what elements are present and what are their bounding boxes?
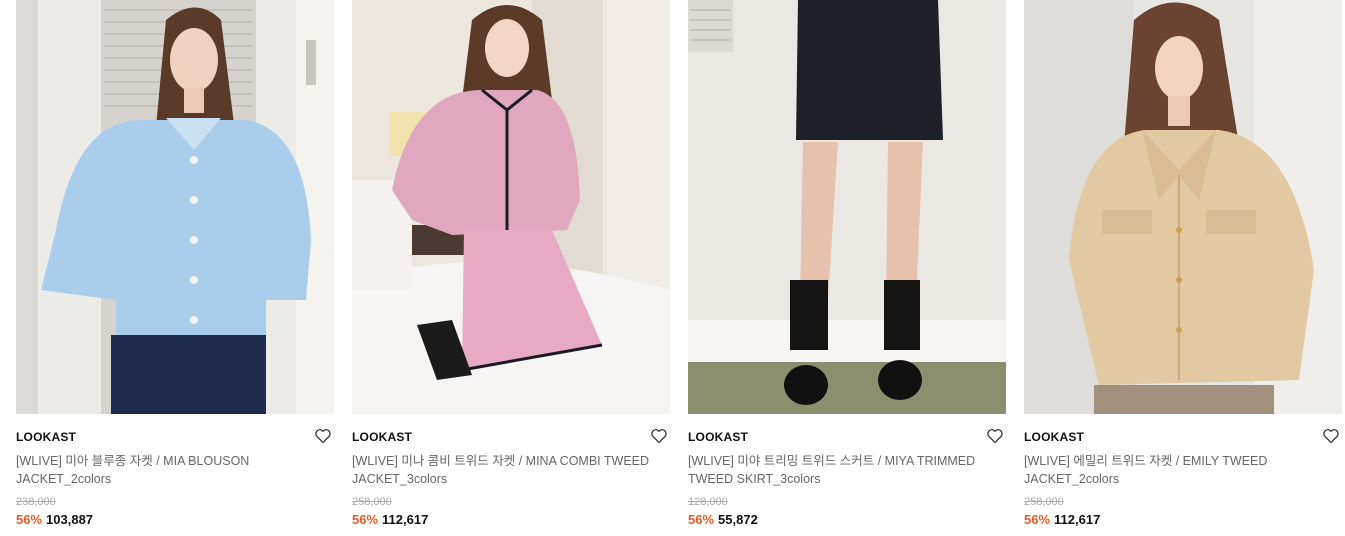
original-price: 238,000 <box>16 496 56 508</box>
product-card[interactable]: LOOKAST [WLIVE] 미나 콤비 트위드 자켓 / MINA COMB… <box>352 0 670 536</box>
brand-name[interactable]: LOOKAST <box>16 430 76 444</box>
product-image-blue-blouson[interactable] <box>16 0 334 414</box>
product-card[interactable]: LOOKAST [WLIVE] 미야 트리밍 트위드 스커트 / MIYA TR… <box>688 0 1006 536</box>
product-image-beige-tweed[interactable] <box>1024 0 1342 414</box>
product-photo <box>352 0 670 414</box>
product-photo <box>1024 0 1342 414</box>
heart-outline-icon[interactable] <box>314 427 332 445</box>
product-card[interactable]: LOOKAST [WLIVE] 에밀리 트위드 자켓 / EMILY TWEED… <box>1024 0 1342 536</box>
sale-price: 112,617 <box>1054 512 1101 527</box>
brand-name[interactable]: LOOKAST <box>688 430 748 444</box>
original-price: 258,000 <box>352 496 392 508</box>
original-price: 128,000 <box>688 496 728 508</box>
product-photo <box>688 0 1006 414</box>
product-name[interactable]: [WLIVE] 미아 블루종 자켓 / MIA BLOUSON JACKET_2… <box>16 452 316 488</box>
sale-price: 112,617 <box>382 512 429 527</box>
brand-name[interactable]: LOOKAST <box>352 430 412 444</box>
product-grid: LOOKAST [WLIVE] 미아 블루종 자켓 / MIA BLOUSON … <box>0 0 1345 536</box>
original-price: 258,000 <box>1024 496 1064 508</box>
discount-rate: 56% <box>688 512 715 527</box>
brand-name[interactable]: LOOKAST <box>1024 430 1084 444</box>
discount-rate: 56% <box>352 512 379 527</box>
product-name[interactable]: [WLIVE] 에밀리 트위드 자켓 / EMILY TWEED JACKET_… <box>1024 452 1324 488</box>
heart-outline-icon[interactable] <box>650 427 668 445</box>
product-image-pink-tweed[interactable] <box>352 0 670 414</box>
heart-outline-icon[interactable] <box>1322 427 1340 445</box>
product-name[interactable]: [WLIVE] 미야 트리밍 트위드 스커트 / MIYA TRIMMED TW… <box>688 452 988 488</box>
discount-rate: 56% <box>1024 512 1051 527</box>
price-line: 56% 55,872 <box>688 512 758 527</box>
product-name[interactable]: [WLIVE] 미나 콤비 트위드 자켓 / MINA COMBI TWEED … <box>352 452 652 488</box>
product-photo <box>16 0 334 414</box>
heart-outline-icon[interactable] <box>986 427 1004 445</box>
discount-rate: 56% <box>16 512 43 527</box>
product-card[interactable]: LOOKAST [WLIVE] 미아 블루종 자켓 / MIA BLOUSON … <box>16 0 334 536</box>
sale-price: 103,887 <box>46 512 94 527</box>
price-line: 56% 112,617 <box>1024 512 1100 527</box>
price-line: 56% 103,887 <box>16 512 93 527</box>
price-line: 56% 112,617 <box>352 512 428 527</box>
product-image-black-skirt[interactable] <box>688 0 1006 414</box>
sale-price: 55,872 <box>718 512 758 527</box>
